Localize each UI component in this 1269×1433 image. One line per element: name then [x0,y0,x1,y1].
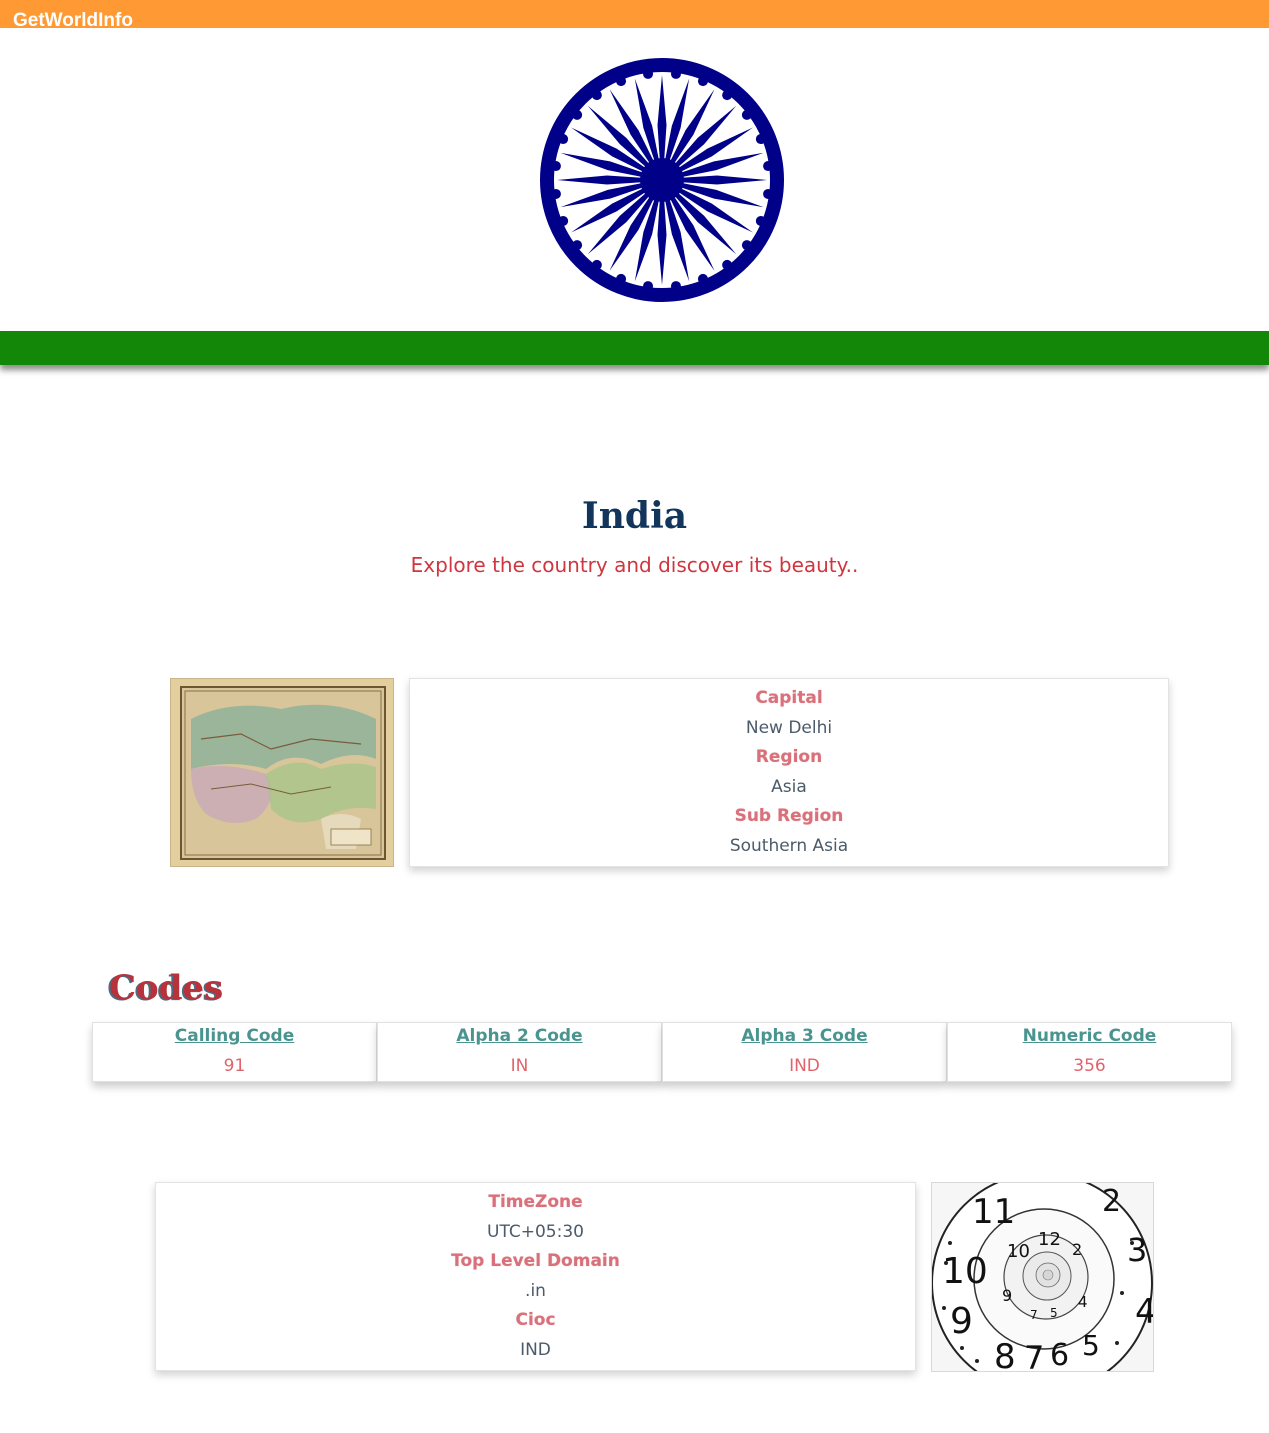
svg-text:8: 8 [994,1337,1016,1372]
flag-saffron-band: GetWorldInfo [0,0,1269,28]
svg-text:11: 11 [972,1192,1015,1232]
alpha3-code-link[interactable]: Alpha 3 Code [741,1023,867,1050]
page-subtitle: Explore the country and discover its bea… [410,553,859,577]
capital-label: Capital [755,688,823,708]
svg-text:9: 9 [1002,1286,1012,1305]
ashoka-chakra-icon [540,58,784,302]
svg-text:2: 2 [1072,1240,1082,1259]
svg-text:4: 4 [1135,1292,1154,1332]
code-card-alpha2: Alpha 2 Code IN [377,1022,662,1082]
svg-text:10: 10 [1007,1241,1030,1262]
svg-text:6: 6 [1050,1338,1069,1372]
codes-heading: Codes [109,968,224,1008]
subregion-value: Southern Asia [729,835,849,856]
region-value: Asia [771,776,807,797]
alpha3-code-value: IND [789,1056,820,1076]
page: GetWorldInfo India Explore the country a… [0,0,1269,1433]
svg-text:5: 5 [1050,1306,1058,1320]
svg-text:12: 12 [1038,1229,1061,1250]
svg-text:7: 7 [1030,1308,1038,1322]
calling-code-value: 91 [223,1056,246,1076]
svg-text:2: 2 [1102,1184,1121,1219]
timezone-value: UTC+05:30 [487,1221,584,1242]
alpha2-code-value: IN [510,1056,529,1076]
code-card-alpha3: Alpha 3 Code IND [662,1022,947,1082]
code-card-numeric: Numeric Code 356 [947,1022,1232,1082]
svg-text:3: 3 [1127,1231,1147,1269]
time-card: TimeZone UTC+05:30 Top Level Domain .in … [155,1182,916,1371]
svg-text:5: 5 [1082,1329,1100,1362]
svg-text:9: 9 [950,1301,973,1342]
flag-green-band [0,331,1269,365]
numeric-code-link[interactable]: Numeric Code [1023,1023,1157,1050]
spiral-clock-image: 11 2 3 4 10 9 8 7 6 5 10 12 2 9 4 7 5 [931,1182,1154,1372]
capital-value: New Delhi [745,717,833,738]
cioc-label: Cioc [515,1310,556,1330]
svg-text:10: 10 [942,1251,988,1292]
page-title: India [581,495,688,537]
tld-value: .in [525,1280,546,1301]
calling-code-link[interactable]: Calling Code [175,1023,294,1050]
alpha2-code-link[interactable]: Alpha 2 Code [456,1023,582,1050]
cioc-value: IND [520,1339,551,1360]
tld-label: Top Level Domain [451,1251,620,1271]
code-card-calling: Calling Code 91 [92,1022,377,1082]
svg-text:7: 7 [1024,1339,1044,1372]
numeric-code-value: 356 [1073,1056,1106,1076]
codes-row: Calling Code 91 Alpha 2 Code IN Alpha 3 … [92,1022,1232,1082]
svg-text:4: 4 [1078,1293,1088,1311]
geography-card: Capital New Delhi Region Asia Sub Region… [409,678,1169,867]
region-label: Region [755,747,823,767]
brand-logo[interactable]: GetWorldInfo [13,8,133,28]
timezone-label: TimeZone [488,1192,583,1212]
subregion-label: Sub Region [734,806,844,826]
map-image [170,678,394,867]
